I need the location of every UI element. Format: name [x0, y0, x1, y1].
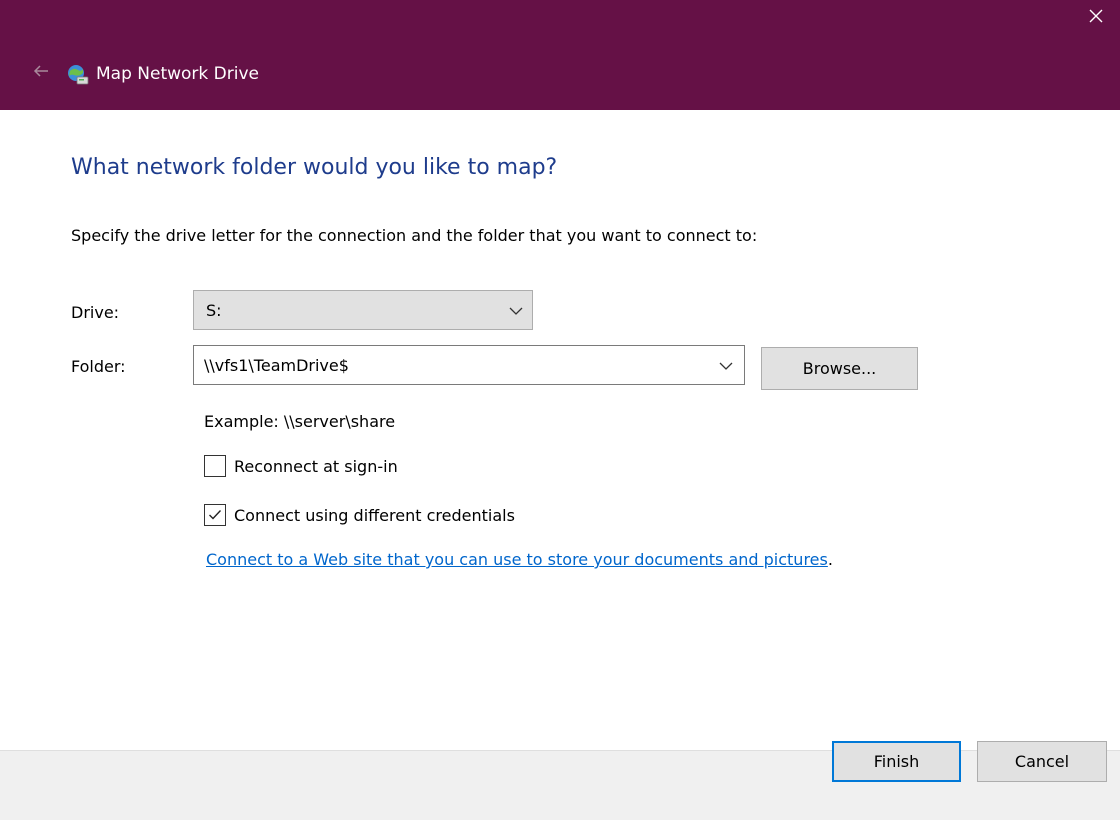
cancel-button[interactable]: Cancel [977, 741, 1107, 782]
browse-button[interactable]: Browse... [761, 347, 918, 390]
drive-label: Drive: [71, 303, 120, 322]
close-icon [1089, 9, 1103, 23]
reconnect-label: Reconnect at sign-in [234, 456, 398, 476]
back-button[interactable] [30, 60, 52, 82]
network-drive-icon [68, 65, 89, 85]
web-link-row: Connect to a Web site that you can use t… [206, 550, 833, 569]
chevron-down-icon [509, 307, 523, 315]
drive-select[interactable]: S: [193, 290, 533, 330]
drive-select-value: S: [206, 301, 222, 320]
web-site-link[interactable]: Connect to a Web site that you can use t… [206, 550, 828, 569]
folder-label: Folder: [71, 357, 126, 376]
chevron-down-icon[interactable] [718, 358, 734, 374]
link-suffix: . [827, 550, 833, 569]
credentials-checkbox[interactable] [204, 504, 226, 526]
credentials-checkbox-row[interactable]: Connect using different credentials [204, 504, 515, 526]
back-arrow-icon [33, 65, 48, 77]
window-title: Map Network Drive [96, 64, 259, 84]
title-bar: Map Network Drive [0, 0, 1120, 110]
close-button[interactable] [1072, 0, 1120, 32]
example-text: Example: \\server\share [204, 412, 396, 431]
folder-input-value: \\vfs1\TeamDrive$ [204, 356, 349, 375]
instruction-text: Specify the drive letter for the connect… [71, 226, 758, 245]
page-heading: What network folder would you like to ma… [71, 155, 558, 180]
folder-input[interactable]: \\vfs1\TeamDrive$ [193, 345, 745, 385]
finish-button[interactable]: Finish [832, 741, 961, 782]
checkmark-icon [209, 510, 222, 520]
credentials-label: Connect using different credentials [234, 505, 515, 525]
reconnect-checkbox-row[interactable]: Reconnect at sign-in [204, 455, 398, 477]
reconnect-checkbox[interactable] [204, 455, 226, 477]
